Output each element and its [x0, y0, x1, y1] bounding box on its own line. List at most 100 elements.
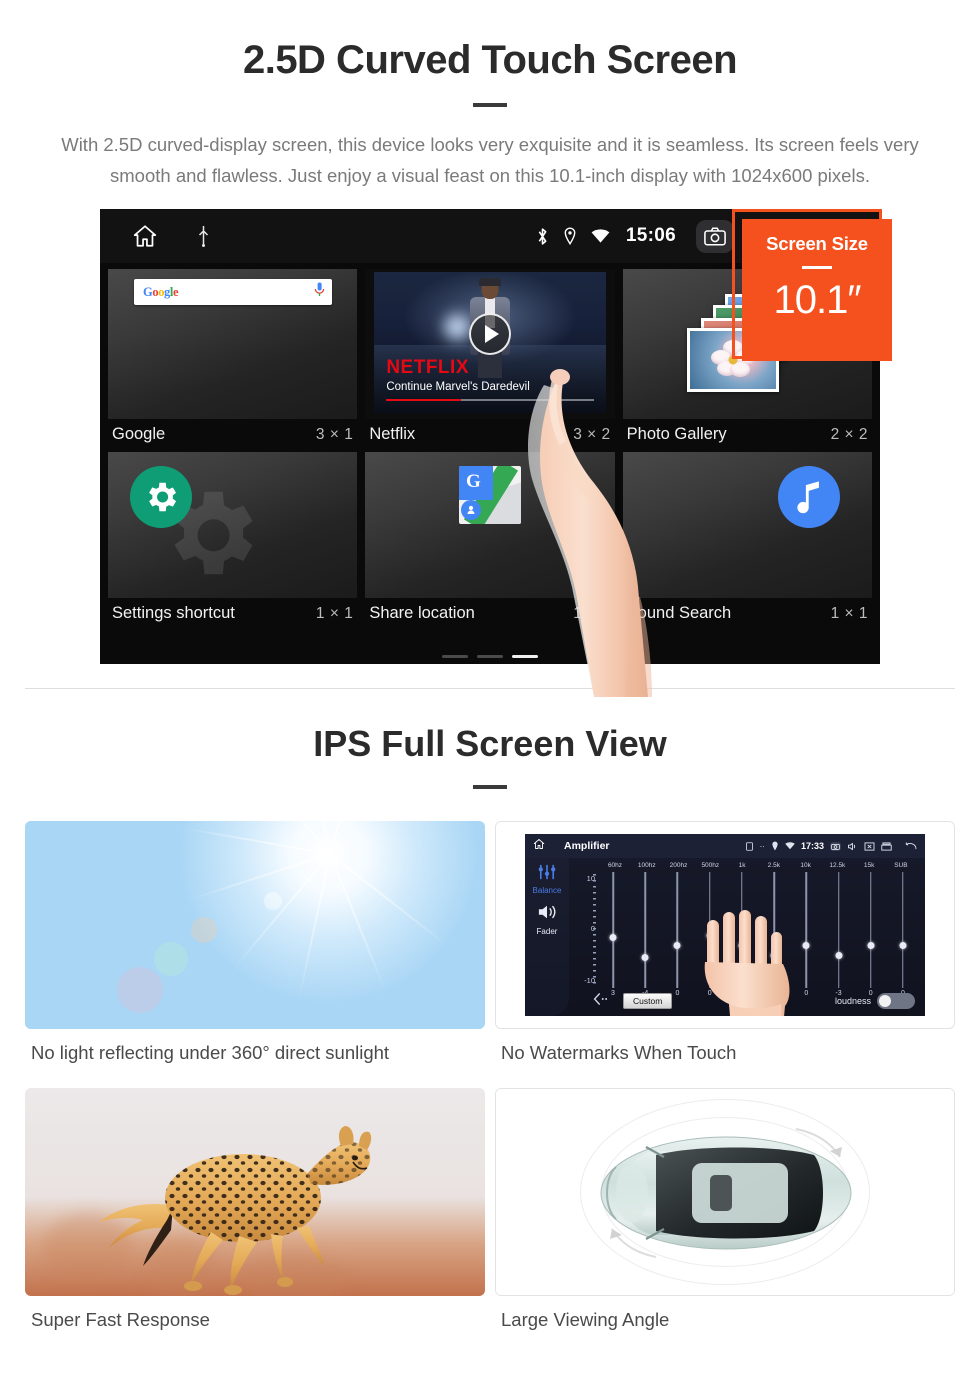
- feature-card-sunlight: No light reflecting under 360° direct su…: [25, 821, 485, 1078]
- feature-card-grid: No light reflecting under 360° direct su…: [25, 821, 955, 1345]
- widget-name: Photo Gallery: [626, 425, 727, 443]
- ips-full-screen-section: IPS Full Screen View No light reflecting…: [0, 689, 980, 1345]
- widget-size: 3 × 2: [573, 425, 611, 443]
- loudness-toggle[interactable]: [877, 993, 915, 1009]
- widget-settings-shortcut[interactable]: Settings shortcut 1 × 1: [108, 452, 358, 631]
- netflix-artwork: NETFLIX Continue Marvel's Daredevil: [374, 272, 606, 413]
- touching-hand-illustration: [689, 910, 809, 1016]
- widget-row-bottom: Settings shortcut 1 × 1 G Share location…: [108, 452, 872, 631]
- screen-size-badge: Screen Size 10.1″: [742, 219, 892, 361]
- status-bar-left-group: [100, 223, 211, 249]
- recent-apps-icon: [881, 841, 892, 851]
- band-label: 500hz: [701, 862, 720, 869]
- curved-screen-section: 2.5D Curved Touch Screen With 2.5D curve…: [0, 0, 980, 697]
- back-arrow-icon[interactable]: [903, 841, 917, 851]
- amplifier-clock: 17:33: [800, 841, 824, 851]
- speaker-icon[interactable]: [525, 903, 569, 926]
- close-box-icon: [864, 841, 875, 851]
- section2-title-underline: [473, 785, 507, 789]
- google-search-bar[interactable]: Google: [134, 279, 332, 305]
- widget-google[interactable]: Google Google 3 × 1: [108, 269, 358, 452]
- band-label: 2.5k: [767, 862, 780, 869]
- amplifier-status-icons: ·· 17:33: [745, 841, 917, 851]
- google-widget-preview[interactable]: Google: [108, 269, 358, 419]
- page-dot[interactable]: [477, 655, 503, 658]
- widget-caption: Sound Search 1 × 1: [623, 598, 872, 631]
- home-icon[interactable]: [132, 223, 158, 249]
- status-bar-clock: 15:06: [625, 225, 676, 246]
- wifi-icon: [785, 842, 795, 850]
- netflix-progress-bar: [386, 398, 594, 401]
- page-description: With 2.5D curved-display screen, this de…: [61, 134, 919, 186]
- widget-name: Sound Search: [626, 604, 732, 622]
- sound-search-preview[interactable]: [622, 452, 872, 598]
- widget-name: Google: [112, 425, 166, 443]
- page-dot[interactable]: [442, 655, 468, 658]
- camera-icon: [830, 841, 841, 851]
- widget-size: 1 × 1: [315, 604, 354, 622]
- badge-divider: [802, 266, 832, 269]
- band-label: 200hz: [669, 862, 688, 869]
- card-caption: Super Fast Response: [31, 1309, 210, 1330]
- widget-name: Netflix: [369, 425, 416, 443]
- cheetah-scene: [25, 1088, 485, 1296]
- sidebar-label-fader[interactable]: Fader: [525, 927, 569, 936]
- page-indicator[interactable]: [100, 655, 880, 658]
- widget-size: 3 × 1: [315, 425, 354, 443]
- band-label: SUB: [894, 862, 908, 869]
- music-note-icon: [777, 466, 840, 528]
- loudness-label: loudness: [834, 996, 871, 1006]
- cheetah-illustration: [99, 1126, 372, 1295]
- camera-icon[interactable]: [696, 219, 734, 253]
- widget-name: Settings shortcut: [112, 604, 235, 622]
- widget-share-location[interactable]: G Share location 1 × 1: [365, 452, 615, 631]
- netflix-widget-preview[interactable]: NETFLIX Continue Marvel's Daredevil: [365, 269, 615, 419]
- equalizer-panel: 60hz 100hz 200hz 500hz 1k 2.5k 10k 12.5k…: [569, 858, 925, 1016]
- widget-caption: Share location 1 × 1: [365, 598, 614, 631]
- home-icon[interactable]: [533, 837, 545, 855]
- band-label: 10k: [800, 862, 811, 869]
- amplifier-ui: Amplifier ·· 17:33 Balance Fader 60hz 10…: [525, 834, 925, 1016]
- card-caption: No Watermarks When Touch: [501, 1042, 737, 1063]
- wifi-icon: [591, 228, 610, 244]
- amplifier-screenshot: Amplifier ·· 17:33 Balance Fader 60hz 10…: [495, 821, 955, 1029]
- eq-slider: [857, 872, 885, 988]
- cheetah-photo: [25, 1088, 485, 1296]
- share-location-preview[interactable]: G: [365, 452, 615, 598]
- location-icon: [563, 227, 577, 245]
- band-label: 60hz: [607, 862, 623, 869]
- page-dot-active[interactable]: [512, 655, 538, 658]
- band-label: 1k: [738, 862, 746, 869]
- ellipsis-icon: ··: [759, 841, 765, 851]
- eq-slider: [599, 872, 627, 988]
- eq-slider: [825, 872, 853, 988]
- preset-button[interactable]: Custom: [623, 993, 673, 1009]
- eq-slider: [663, 872, 691, 988]
- microphone-icon[interactable]: [314, 282, 325, 302]
- sidebar-label-balance[interactable]: Balance: [525, 886, 569, 895]
- play-icon[interactable]: [468, 313, 511, 356]
- netflix-subtitle: Continue Marvel's Daredevil: [386, 381, 530, 393]
- feature-card-amplifier: Amplifier ·· 17:33 Balance Fader 60hz 10…: [495, 821, 955, 1078]
- widget-caption: Netflix 3 × 2: [365, 419, 614, 452]
- gain-scale: 10 0 -10: [575, 874, 595, 986]
- location-icon: [772, 841, 778, 851]
- gear-icon: [130, 466, 192, 528]
- sky-image: [25, 821, 485, 1029]
- google-maps-icon: G: [458, 466, 521, 524]
- equalizer-icon[interactable]: [525, 864, 569, 885]
- google-logo: Google: [143, 284, 179, 299]
- netflix-light-glow: [443, 314, 470, 341]
- band-label: 12.5k: [829, 862, 846, 869]
- settings-widget-preview[interactable]: [108, 452, 358, 598]
- car-illustration: [600, 1128, 852, 1258]
- badge-title: Screen Size: [766, 233, 868, 254]
- widget-sound-search[interactable]: Sound Search 1 × 1: [622, 452, 872, 631]
- widget-netflix[interactable]: NETFLIX Continue Marvel's Daredevil Netf…: [365, 269, 615, 452]
- back-arrow-icon[interactable]: [593, 992, 609, 1010]
- loudness-control[interactable]: loudness: [835, 993, 915, 1009]
- widget-caption: Settings shortcut 1 × 1: [108, 598, 357, 631]
- widget-size: 2 × 2: [830, 425, 868, 443]
- sunlight-photo: [25, 821, 485, 1029]
- section2-title: IPS Full Screen View: [313, 723, 667, 764]
